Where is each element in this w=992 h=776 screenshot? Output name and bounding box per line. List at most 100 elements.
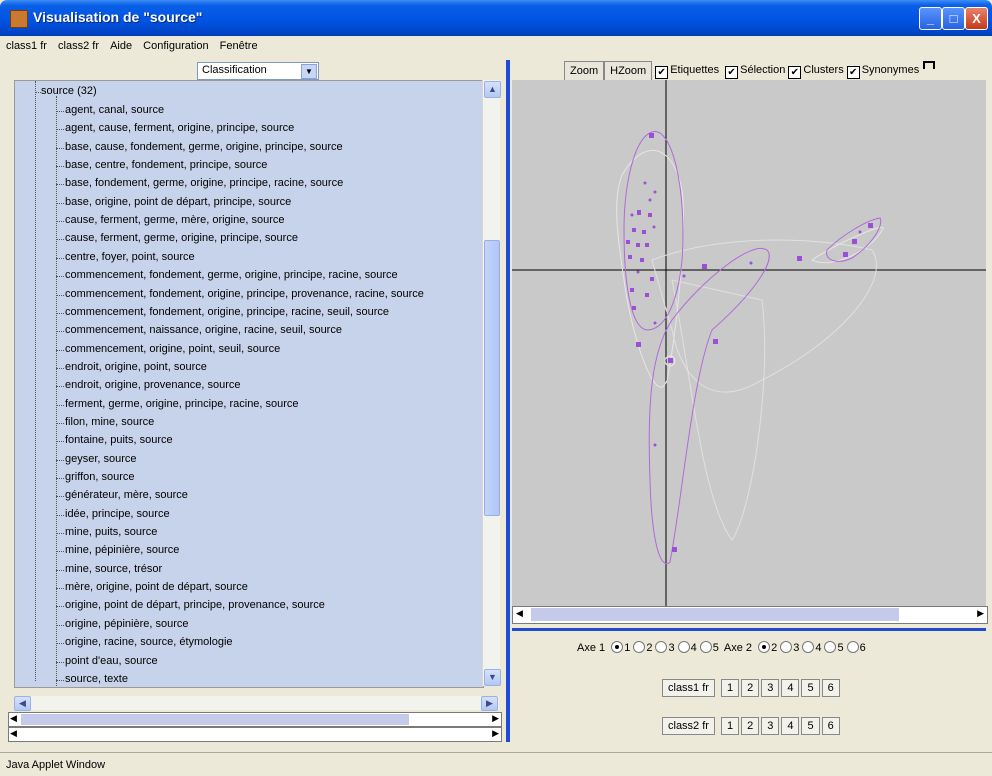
tree-item[interactable]: agent, canal, source: [55, 104, 164, 116]
tree-horizontal-scrollbar[interactable]: ◀ ▶: [14, 696, 499, 711]
data-point[interactable]: [632, 306, 636, 310]
class2-button[interactable]: class2 fr: [662, 717, 715, 735]
data-point[interactable]: [653, 321, 657, 325]
data-point[interactable]: [645, 293, 649, 297]
tree-item[interactable]: base, origine, point de départ, principe…: [55, 196, 291, 208]
class1-cluster-button-4[interactable]: 4: [781, 679, 800, 697]
tree-item[interactable]: geyser, source: [56, 453, 137, 465]
data-point[interactable]: [642, 230, 646, 234]
tree-item[interactable]: commencement, fondement, origine, princi…: [56, 288, 424, 300]
data-point[interactable]: [672, 547, 677, 552]
axe2-radio-4[interactable]: [802, 641, 815, 653]
axe2-radio-3[interactable]: [780, 641, 793, 653]
tree-root-node[interactable]: source (32): [35, 85, 97, 97]
data-point[interactable]: [797, 256, 802, 261]
data-point[interactable]: [636, 270, 640, 274]
axe1-radio-3[interactable]: [655, 641, 668, 653]
data-point[interactable]: [636, 243, 640, 247]
scroll-left-icon[interactable]: ◀: [10, 713, 17, 724]
split-divider[interactable]: [506, 60, 510, 742]
scroll-right-icon[interactable]: ▶: [492, 728, 499, 739]
tree-item[interactable]: mine, source, trésor: [55, 563, 162, 575]
data-point[interactable]: [650, 277, 654, 281]
horizontal-scrollbar-1[interactable]: ◀ ▶: [8, 712, 502, 727]
etiquettes-checkbox[interactable]: ✔: [655, 66, 669, 79]
chevron-down-icon[interactable]: ▼: [301, 64, 317, 79]
data-point[interactable]: [649, 133, 654, 138]
tree-item[interactable]: commencement, fondement, origine, princi…: [55, 306, 389, 318]
scroll-left-icon[interactable]: ◀: [10, 728, 17, 739]
data-point[interactable]: [652, 225, 656, 229]
data-point[interactable]: [632, 228, 636, 232]
title-bar[interactable]: Visualisation de "source" _ □ X: [0, 0, 992, 36]
axe2-radio-6[interactable]: [846, 641, 859, 653]
data-point[interactable]: [868, 223, 873, 228]
class1-cluster-button-3[interactable]: 3: [761, 679, 780, 697]
scroll-right-icon[interactable]: ▶: [977, 608, 984, 619]
tree-item[interactable]: cause, ferment, germe, mère, origine, so…: [55, 214, 284, 226]
tree-item[interactable]: endroit, origine, provenance, source: [56, 379, 241, 391]
data-point[interactable]: [653, 190, 657, 194]
class2-cluster-button-5[interactable]: 5: [801, 717, 820, 735]
tree-item[interactable]: endroit, origine, point, source: [56, 361, 207, 373]
scroll-thumb[interactable]: [21, 714, 409, 725]
tree-vertical-scrollbar[interactable]: ▲ ▼: [482, 80, 501, 686]
maximize-button[interactable]: □: [942, 7, 965, 30]
scroll-down-icon[interactable]: ▼: [484, 669, 501, 686]
cluster-plot[interactable]: [512, 80, 986, 606]
data-point[interactable]: [668, 358, 673, 363]
axe1-radio-2[interactable]: [633, 641, 646, 653]
tree-item[interactable]: fontaine, puits, source: [56, 434, 173, 446]
tree-item[interactable]: base, cause, fondement, germe, origine, …: [56, 141, 343, 153]
horizontal-scrollbar-2[interactable]: ◀ ▶: [8, 727, 502, 742]
zoom-button[interactable]: Zoom: [564, 61, 605, 81]
clusters-checkbox[interactable]: ✔: [788, 66, 802, 79]
axe1-radio-1[interactable]: [611, 641, 624, 653]
tree-item[interactable]: agent, cause, ferment, origine, principe…: [55, 122, 294, 134]
class1-button[interactable]: class1 fr: [662, 679, 715, 697]
scroll-left-icon[interactable]: ◀: [516, 608, 523, 619]
data-point[interactable]: [636, 342, 641, 347]
tree-item[interactable]: commencement, origine, point, seuil, sou…: [55, 343, 280, 355]
corner-handle-icon[interactable]: [923, 61, 936, 69]
tree-item[interactable]: commencement, naissance, origine, racine…: [56, 324, 342, 336]
tree-item[interactable]: mine, pépinière, source: [55, 544, 179, 556]
classification-select[interactable]: Classification ▼: [197, 62, 319, 80]
tree-item[interactable]: griffon, source: [56, 471, 135, 483]
minimize-button[interactable]: _: [919, 7, 942, 30]
data-point[interactable]: [626, 240, 630, 244]
data-point[interactable]: [628, 255, 632, 259]
data-point[interactable]: [640, 258, 644, 262]
hzoom-button[interactable]: HZoom: [604, 61, 653, 81]
data-point[interactable]: [648, 213, 652, 217]
tree-item[interactable]: origine, point de départ, principe, prov…: [56, 599, 325, 611]
selection-checkbox[interactable]: ✔: [725, 66, 739, 79]
tree-item[interactable]: origine, racine, source, étymologie: [56, 636, 233, 648]
menu-class1[interactable]: class1 fr: [0, 36, 51, 56]
menu-configuration[interactable]: Configuration: [139, 36, 212, 56]
axe1-radio-4[interactable]: [677, 641, 690, 653]
tree-item[interactable]: générateur, mère, source: [56, 489, 188, 501]
tree-item[interactable]: origine, pépinière, source: [56, 618, 189, 630]
data-point[interactable]: [643, 181, 647, 185]
menu-aide[interactable]: Aide: [106, 36, 136, 56]
data-point[interactable]: [713, 339, 718, 344]
tree-item[interactable]: base, fondement, germe, origine, princip…: [55, 177, 343, 189]
tree-item[interactable]: centre, foyer, point, source: [56, 251, 195, 263]
menu-fenetre[interactable]: Fenêtre: [216, 36, 262, 56]
class1-cluster-button-6[interactable]: 6: [821, 679, 840, 697]
data-point[interactable]: [749, 261, 753, 265]
class2-cluster-button-1[interactable]: 1: [720, 717, 740, 735]
data-point[interactable]: [653, 443, 657, 447]
scroll-left-icon[interactable]: ◀: [14, 696, 31, 711]
tree-item[interactable]: ferment, germe, origine, principe, racin…: [56, 398, 299, 410]
data-point[interactable]: [637, 210, 641, 215]
axe1-radio-5[interactable]: [699, 641, 712, 653]
class1-cluster-button-2[interactable]: 2: [741, 679, 760, 697]
close-button[interactable]: X: [965, 7, 988, 30]
classification-tree[interactable]: source (32) agent, canal, source agent, c…: [14, 80, 484, 688]
scroll-thumb[interactable]: [531, 608, 899, 621]
data-point[interactable]: [630, 213, 634, 217]
tree-item[interactable]: commencement, fondement, germe, origine,…: [56, 269, 398, 281]
class2-cluster-button-3[interactable]: 3: [761, 717, 780, 735]
